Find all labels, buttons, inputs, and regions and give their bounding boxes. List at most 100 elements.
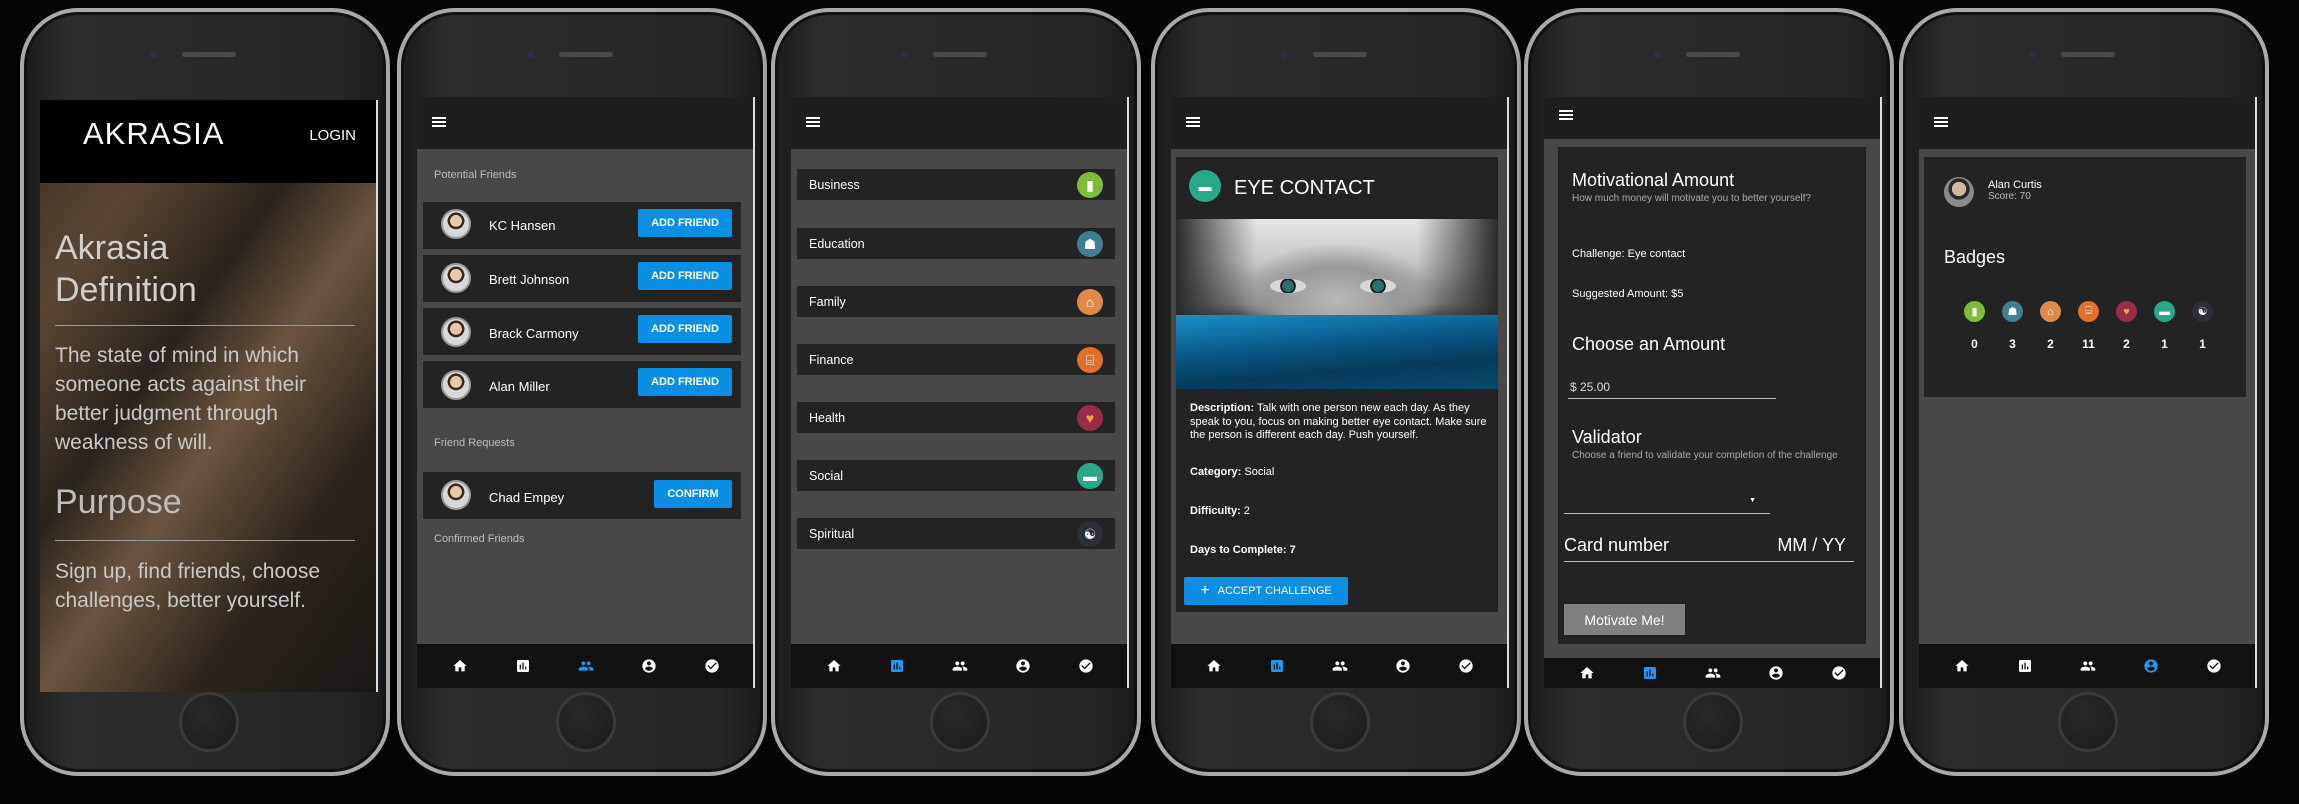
- nav-account-icon[interactable]: [2138, 653, 2164, 679]
- challenge-screen: ▬ EYE CONTACT Description: Talk with one…: [1171, 97, 1509, 688]
- category-spiritual[interactable]: Spiritual ☯: [797, 518, 1115, 549]
- category-label: Family: [809, 295, 846, 309]
- nav-home-icon[interactable]: [1949, 653, 1975, 679]
- nav-chart-icon[interactable]: [884, 653, 910, 679]
- motivation-screen: Motivational Amount How much money will …: [1544, 97, 1882, 688]
- menu-icon[interactable]: [1186, 117, 1200, 127]
- suggested-amount: Suggested Amount: $5: [1572, 288, 1684, 300]
- challenge-days: Days to Complete: 7: [1190, 544, 1296, 556]
- menu-icon[interactable]: [432, 117, 446, 127]
- card-number-placeholder: Card number: [1564, 535, 1670, 555]
- confirm-button[interactable]: CONFIRM: [654, 480, 732, 508]
- nav-account-icon[interactable]: [1390, 653, 1416, 679]
- category-health[interactable]: Health ♥: [797, 402, 1115, 433]
- definition-text: The state of mind in which someone acts …: [55, 344, 306, 454]
- amount-input[interactable]: $ 25.00: [1568, 375, 1776, 399]
- house-icon: ⌂: [2040, 301, 2061, 322]
- nav-people-icon[interactable]: [573, 653, 599, 679]
- phone-profile: Alan Curtis Score: 70 Badges ▮ ☗ ⌂ ⌸ ♥ ▬…: [1899, 8, 2269, 776]
- nav-check-circle-icon[interactable]: [699, 653, 725, 679]
- challenge-title: EYE CONTACT: [1234, 177, 1375, 199]
- menu-icon[interactable]: [1934, 117, 1948, 127]
- add-friend-button[interactable]: ADD FRIEND: [638, 315, 732, 343]
- add-friend-button[interactable]: ADD FRIEND: [638, 262, 732, 290]
- category-finance[interactable]: Finance ⌸: [797, 344, 1115, 375]
- definition-title: Akrasia Definition: [55, 229, 197, 309]
- add-friend-button[interactable]: ADD FRIEND: [638, 368, 732, 396]
- camera: [527, 51, 534, 58]
- app-bar: [791, 97, 1129, 149]
- nav-check-circle-icon[interactable]: [2201, 653, 2227, 679]
- nav-chart-icon[interactable]: [1264, 653, 1290, 679]
- nav-account-icon[interactable]: [1010, 653, 1036, 679]
- badge-count: 2: [2123, 337, 2130, 351]
- confirmed-friends-heading: Confirmed Friends: [434, 533, 525, 545]
- bottom-nav: [1919, 644, 2257, 688]
- motivate-button[interactable]: Motivate Me!: [1564, 604, 1685, 635]
- badge-count: 1: [2161, 337, 2168, 351]
- category-family[interactable]: Family ⌂: [797, 286, 1115, 317]
- phone-motivation: Motivational Amount How much money will …: [1524, 8, 1894, 776]
- avatar: [441, 209, 471, 239]
- speaker: [2061, 52, 2115, 57]
- nav-people-icon[interactable]: [947, 653, 973, 679]
- nav-people-icon[interactable]: [1327, 653, 1353, 679]
- friend-row: Brett Johnson ADD FRIEND: [423, 255, 741, 302]
- home-button[interactable]: [930, 692, 990, 752]
- nav-chart-icon[interactable]: [1637, 660, 1663, 686]
- nav-people-icon[interactable]: [2075, 653, 2101, 679]
- validator-select[interactable]: ▼: [1564, 490, 1770, 514]
- nav-account-icon[interactable]: [636, 653, 662, 679]
- accept-challenge-button[interactable]: + ACCEPT CHALLENGE: [1184, 577, 1348, 605]
- category-social[interactable]: Social ▬: [797, 460, 1115, 491]
- card-number-field[interactable]: Card number MM / YY: [1564, 526, 1854, 562]
- nav-check-circle-icon[interactable]: [1453, 653, 1479, 679]
- avatar: [441, 317, 471, 347]
- nav-check-circle-icon[interactable]: [1826, 660, 1852, 686]
- nav-home-icon[interactable]: [1574, 660, 1600, 686]
- add-friend-button[interactable]: ADD FRIEND: [638, 209, 732, 237]
- nav-people-icon[interactable]: [1700, 660, 1726, 686]
- category-label: Category:: [1190, 466, 1242, 478]
- home-button[interactable]: [1683, 692, 1743, 752]
- avatar: [441, 480, 471, 510]
- challenge-category: Category: Social: [1190, 466, 1274, 478]
- menu-icon[interactable]: [806, 117, 820, 127]
- categories-screen: Business ▮ Education ☗ Family ⌂ Finance …: [791, 97, 1129, 688]
- menu-icon[interactable]: [1559, 110, 1573, 120]
- nav-home-icon[interactable]: [1201, 653, 1227, 679]
- phone-landing: AKRASIA LOGIN Akrasia Definition The sta…: [20, 8, 390, 776]
- camera: [901, 51, 908, 58]
- badge-count: 1: [2199, 337, 2206, 351]
- app-bar: [1171, 97, 1509, 149]
- home-button[interactable]: [1310, 692, 1370, 752]
- chat-icon: ▬: [1189, 170, 1221, 202]
- nav-chart-icon[interactable]: [2012, 653, 2038, 679]
- bank-icon: ⌸: [1077, 347, 1103, 373]
- screen-edge: [753, 97, 755, 688]
- category-business[interactable]: Business ▮: [797, 169, 1115, 200]
- nav-check-circle-icon[interactable]: [1073, 653, 1099, 679]
- nav-account-icon[interactable]: [1763, 660, 1789, 686]
- login-link[interactable]: LOGIN: [309, 127, 356, 144]
- home-button[interactable]: [179, 692, 239, 752]
- motivational-title: Motivational Amount: [1572, 170, 1735, 190]
- screen-edge: [1507, 97, 1509, 688]
- nav-chart-icon[interactable]: [510, 653, 536, 679]
- friend-requests-heading: Friend Requests: [434, 437, 515, 449]
- nav-home-icon[interactable]: [821, 653, 847, 679]
- days-value: 7: [1289, 544, 1296, 556]
- home-button[interactable]: [556, 692, 616, 752]
- category-education[interactable]: Education ☗: [797, 228, 1115, 259]
- house-icon: ⌂: [1077, 289, 1103, 315]
- camera: [2029, 51, 2036, 58]
- home-button[interactable]: [2058, 692, 2118, 752]
- category-label: Health: [809, 411, 846, 425]
- nav-home-icon[interactable]: [447, 653, 473, 679]
- camera: [1281, 51, 1288, 58]
- landing-header: AKRASIA LOGIN: [40, 100, 378, 183]
- days-label: Days to Complete:: [1190, 544, 1287, 556]
- badge-count: 3: [2009, 337, 2016, 351]
- category-value: Social: [1244, 466, 1275, 478]
- badges-title: Badges: [1944, 247, 2006, 267]
